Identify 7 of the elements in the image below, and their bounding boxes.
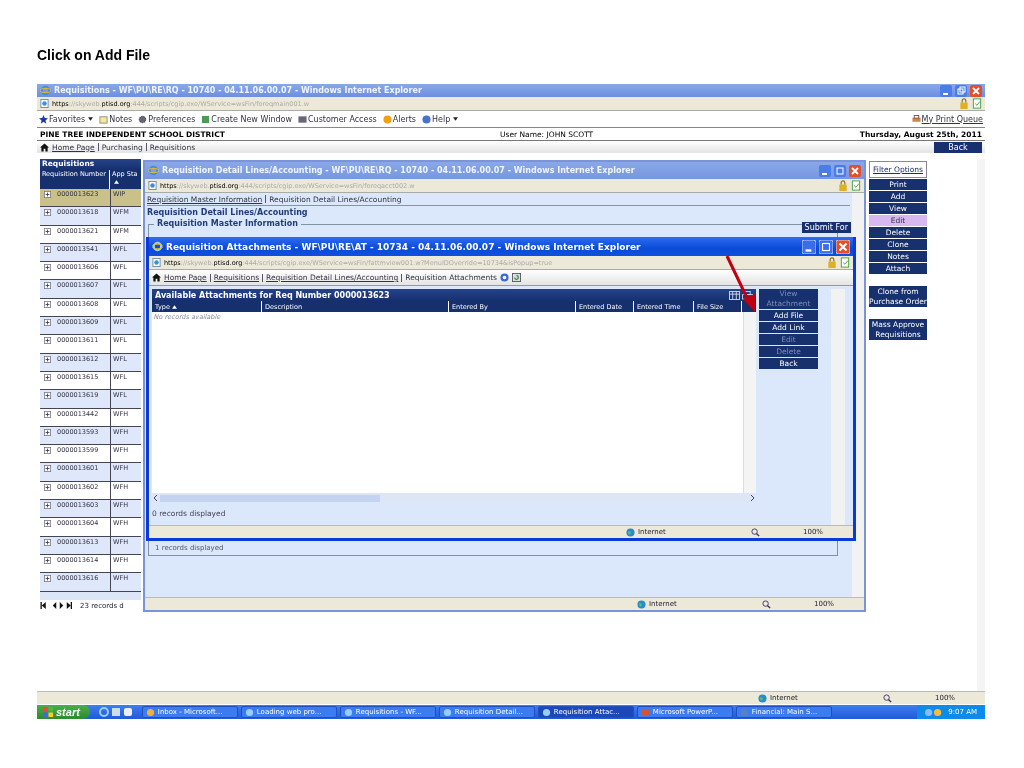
page-heading: Requisition Detail Lines/Accounting xyxy=(147,207,309,219)
window-title: Requisition Attachments - WF\PU\RE\AT - 10734 - 04.11.06.00.07 - Windows Internet Explorer xyxy=(166,241,641,252)
section-legend: Requisition Master Information xyxy=(154,219,301,228)
window-title: Requisitions - WF\PU\RE\RQ - 10740 - 04.11.06.00.07 - Windows Internet Explorer xyxy=(54,86,422,95)
window-title: Requisition Detail Lines/Accounting - WF\PU\RE\RQ - 10740 - 04.11.06.00.07 - Windows Internet Explorer xyxy=(162,166,635,175)
slide-title: Click on Add File xyxy=(37,47,151,63)
grid-title: Available Attachments for Req Number 0000013623 xyxy=(155,290,390,300)
